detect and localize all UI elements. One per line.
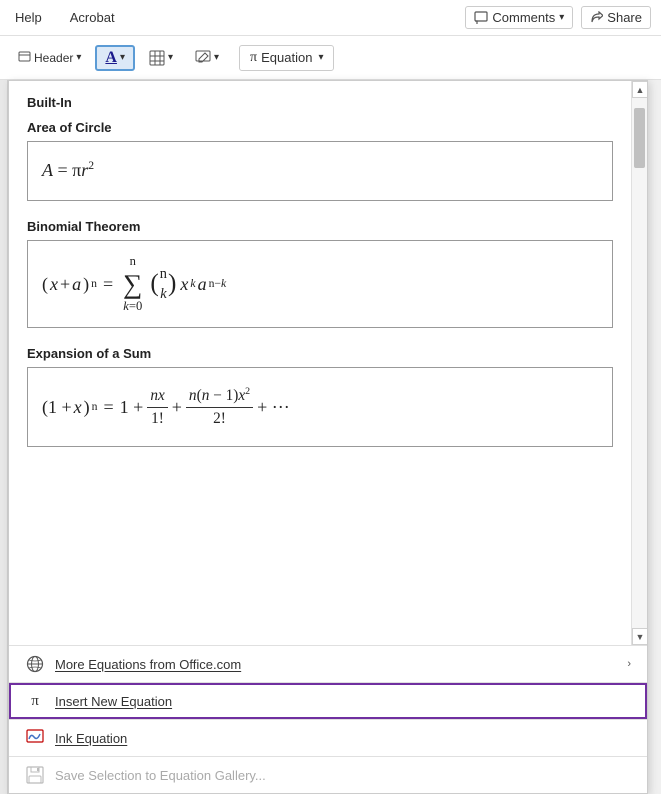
- header-icon: [18, 51, 31, 64]
- equation-label-area-of-circle: Area of Circle: [27, 120, 613, 135]
- ribbon-bar: Header ▾ A ▾ ▾ ▾ π Equation ▾: [0, 36, 661, 80]
- header-chevron-icon: ▾: [76, 52, 81, 63]
- text-chevron-icon: ▾: [120, 52, 125, 63]
- equation-formula-expansion: (1 + x)n = 1 + nx 1! + n(n − 1)x2 2!: [42, 385, 290, 429]
- menu-right: Comments ▾ Share: [465, 6, 651, 29]
- fraction-nx1: nx 1!: [147, 385, 167, 429]
- bottom-items: More Equations from Office.com › π Inser…: [9, 645, 647, 793]
- text-format-icon: A: [105, 49, 117, 67]
- equation-entry-area-of-circle[interactable]: Area of Circle A = πr2: [27, 120, 613, 201]
- equation-dropdown-panel: Built-In Area of Circle A = πr2 Binomial…: [8, 80, 648, 794]
- table-icon: [149, 50, 165, 66]
- equation-label-binomial: Binomial Theorem: [27, 219, 613, 234]
- table-chevron-icon: ▾: [168, 52, 173, 63]
- header-button[interactable]: Header ▾: [10, 47, 89, 69]
- scroll-up-button[interactable]: ▲: [632, 81, 647, 98]
- equation-formula-area-of-circle: A = πr2: [42, 158, 94, 183]
- scroll-thumb[interactable]: [634, 108, 645, 168]
- equation-box-area-of-circle: A = πr2: [27, 141, 613, 201]
- sum-notation: n ∑ k=0: [123, 253, 142, 315]
- more-equations-item[interactable]: More Equations from Office.com ›: [9, 646, 647, 682]
- equation-chevron-icon: ▾: [318, 52, 323, 63]
- equation-button[interactable]: π Equation ▾: [239, 45, 334, 71]
- comments-button[interactable]: Comments ▾: [465, 6, 573, 29]
- edit-button[interactable]: ▾: [187, 46, 227, 70]
- save-icon: [25, 765, 45, 785]
- equation-box-expansion: (1 + x)n = 1 + nx 1! + n(n − 1)x2 2!: [27, 367, 613, 447]
- edit-icon: [195, 50, 211, 66]
- equation-label-expansion: Expansion of a Sum: [27, 346, 613, 361]
- section-title: Built-In: [27, 95, 613, 110]
- insert-new-equation-item[interactable]: π Insert New Equation: [9, 683, 647, 719]
- equation-box-binomial: (x + a)n = n ∑ k=0 ( n k: [27, 240, 613, 328]
- menu-acrobat[interactable]: Acrobat: [65, 7, 120, 28]
- pi-icon: π: [250, 50, 257, 66]
- insert-new-equation-label: Insert New Equation: [55, 694, 172, 709]
- fraction-nn1x2: n(n − 1)x2 2!: [186, 385, 253, 429]
- ink-equation-label: Ink Equation: [55, 731, 127, 746]
- equation-entry-expansion[interactable]: Expansion of a Sum (1 + x)n = 1 + nx 1! …: [27, 346, 613, 447]
- pi-symbol-icon: π: [25, 691, 45, 711]
- comments-chevron: ▾: [559, 12, 564, 23]
- share-icon: [590, 11, 603, 24]
- scroll-track: [632, 98, 647, 628]
- share-button[interactable]: Share: [581, 6, 651, 29]
- more-equations-chevron-icon: ›: [627, 658, 631, 670]
- equation-formula-binomial: (x + a)n = n ∑ k=0 ( n k: [42, 253, 226, 315]
- menu-bar: Help Acrobat Comments ▾ Share: [0, 0, 661, 36]
- table-button[interactable]: ▾: [141, 46, 181, 70]
- menu-help[interactable]: Help: [10, 7, 47, 28]
- doc-edge: [0, 80, 8, 794]
- equations-scroll[interactable]: Built-In Area of Circle A = πr2 Binomial…: [9, 81, 631, 645]
- save-selection-item: Save Selection to Equation Gallery...: [9, 757, 647, 793]
- ink-icon: [25, 728, 45, 748]
- globe-icon: [25, 654, 45, 674]
- more-equations-label: More Equations from Office.com: [55, 657, 241, 672]
- scroll-bar: ▲ ▼: [631, 81, 647, 645]
- main-area: Built-In Area of Circle A = πr2 Binomial…: [0, 80, 661, 794]
- text-button[interactable]: A ▾: [95, 45, 135, 71]
- ink-equation-item[interactable]: Ink Equation: [9, 720, 647, 756]
- equation-entry-binomial[interactable]: Binomial Theorem (x + a)n = n ∑ k=0 (: [27, 219, 613, 328]
- edit-chevron-icon: ▾: [214, 52, 219, 63]
- comments-icon: [474, 11, 488, 25]
- scroll-down-button[interactable]: ▼: [632, 628, 647, 645]
- save-selection-label: Save Selection to Equation Gallery...: [55, 768, 266, 783]
